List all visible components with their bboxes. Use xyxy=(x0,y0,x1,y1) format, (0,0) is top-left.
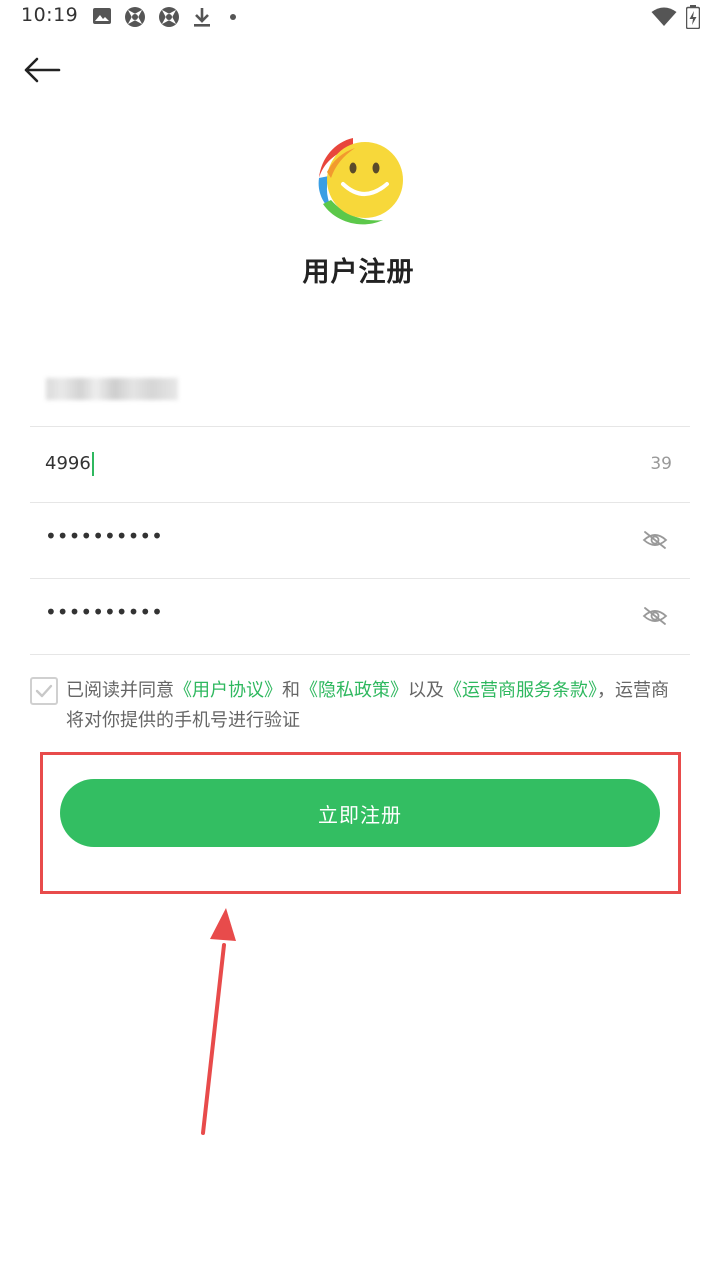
confirm-password-value: •••••••••• xyxy=(45,600,163,624)
verification-code-field[interactable]: 4996 39 xyxy=(30,426,690,503)
agreement-also: 以及 xyxy=(408,680,444,701)
arrow-left-icon xyxy=(24,57,61,83)
back-button[interactable] xyxy=(18,50,66,90)
agreement-checkbox[interactable] xyxy=(30,677,58,705)
phone-field[interactable] xyxy=(30,350,690,427)
register-button[interactable]: 立即注册 xyxy=(60,779,660,847)
verification-code-value: 4996 xyxy=(45,452,94,476)
annotation-arrow-icon xyxy=(201,908,236,1135)
app-logo xyxy=(318,138,403,225)
password-value: •••••••••• xyxy=(45,524,163,548)
eye-off-icon[interactable] xyxy=(642,530,668,550)
download-icon xyxy=(194,8,210,27)
checkmark-icon xyxy=(35,684,53,698)
image-icon xyxy=(93,8,111,24)
agreement-text: 已阅读并同意《用户协议》和《隐私政策》以及《运营商服务条款》，运营商将对你提供的… xyxy=(66,676,686,736)
text-cursor xyxy=(91,452,94,476)
status-bar: 10:19 xyxy=(0,0,717,34)
agreement-prefix: 已阅读并同意 xyxy=(66,680,174,701)
register-screen: 10:19 用户注册 4996 39 •••••••••• ••••••••••… xyxy=(0,0,717,1277)
phone-number-obscured xyxy=(46,378,178,400)
carrier-terms-link[interactable]: 《运营商服务条款》 xyxy=(444,680,597,701)
page-title: 用户注册 xyxy=(302,257,415,288)
password-field[interactable]: •••••••••• xyxy=(30,502,690,579)
status-time: 10:19 xyxy=(21,4,79,26)
wifi-icon xyxy=(651,7,677,26)
resend-countdown: 39 xyxy=(650,454,672,474)
aperture-icon xyxy=(159,7,179,27)
agreement-and: 和 xyxy=(282,680,300,701)
battery-charging-icon xyxy=(686,5,700,29)
aperture-icon xyxy=(125,7,145,27)
confirm-password-field[interactable]: •••••••••• xyxy=(30,578,690,655)
dot-icon xyxy=(230,14,236,20)
eye-off-icon[interactable] xyxy=(642,606,668,626)
privacy-policy-link[interactable]: 《隐私政策》 xyxy=(300,680,408,701)
user-agreement-link[interactable]: 《用户协议》 xyxy=(174,680,282,701)
